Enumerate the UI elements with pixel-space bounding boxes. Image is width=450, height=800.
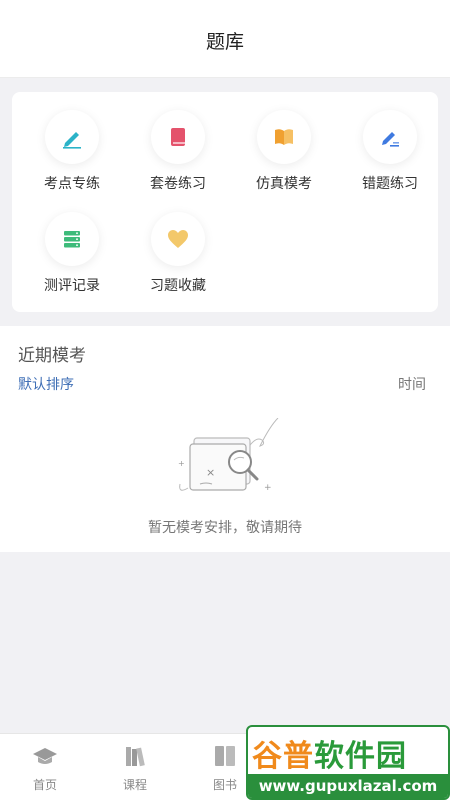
empty-state-text: 暂无模考安排，敬请期待 <box>148 520 302 536</box>
grid-item-label: 测评记录 <box>44 278 100 294</box>
watermark-url: www.gupuxlazal.com <box>248 774 448 798</box>
edit-icon <box>363 110 417 164</box>
grid-item-label: 错题练习 <box>362 176 418 192</box>
header-divider <box>0 77 450 78</box>
open-book-icon <box>257 110 311 164</box>
watermark-logo: 谷普软件园 www.gupuxlazal.com <box>246 725 450 800</box>
grid-item-wrong-questions[interactable]: 错题练习 <box>337 110 443 193</box>
svg-text:+: + <box>264 483 272 493</box>
svg-text:+: + <box>178 459 185 468</box>
grid-item-label: 套卷练习 <box>150 176 206 192</box>
svg-text:×: × <box>206 466 215 479</box>
grid-item-label: 仿真模考 <box>256 176 312 192</box>
heart-icon <box>151 212 205 266</box>
page-title: 题库 <box>205 31 244 53</box>
sort-time-button[interactable]: 时间 <box>398 374 426 394</box>
grid-item-paper-practice[interactable]: 套卷练习 <box>125 110 231 193</box>
watermark-top-text: 谷普软件园 <box>252 739 407 774</box>
sort-default-button[interactable]: 默认排序 <box>18 374 74 394</box>
empty-state-illustration: + + × <box>160 417 290 504</box>
grid-item-favorites[interactable]: 习题收藏 <box>125 212 231 295</box>
pen-icon <box>45 110 99 164</box>
graduation-cap-icon <box>5 744 85 772</box>
book-icon <box>151 110 205 164</box>
stack-icon <box>45 212 99 266</box>
books-icon <box>95 744 175 772</box>
grid-item-topic-practice[interactable]: 考点专练 <box>19 110 125 193</box>
feature-grid: 考点专练 套卷练习 仿真模考 错题练习 测评记录 习题收藏 <box>12 92 438 312</box>
tab-label: 课程 <box>122 778 147 792</box>
tab-courses[interactable]: 课程 <box>95 744 175 793</box>
tab-label: 首页 <box>32 778 57 792</box>
tab-home[interactable]: 首页 <box>5 744 85 793</box>
grid-item-label: 习题收藏 <box>150 278 206 294</box>
section-title: 近期模考 <box>18 346 86 366</box>
top-bar: 题库 <box>0 0 450 78</box>
grid-item-label: 考点专练 <box>44 176 100 192</box>
recent-mock-exams-section: 近期模考 默认排序 时间 + + × 暂无模考安排，敬请期待 <box>0 326 450 552</box>
grid-item-mock-exam[interactable]: 仿真模考 <box>231 110 337 193</box>
grid-item-assessment-records[interactable]: 测评记录 <box>19 212 125 295</box>
